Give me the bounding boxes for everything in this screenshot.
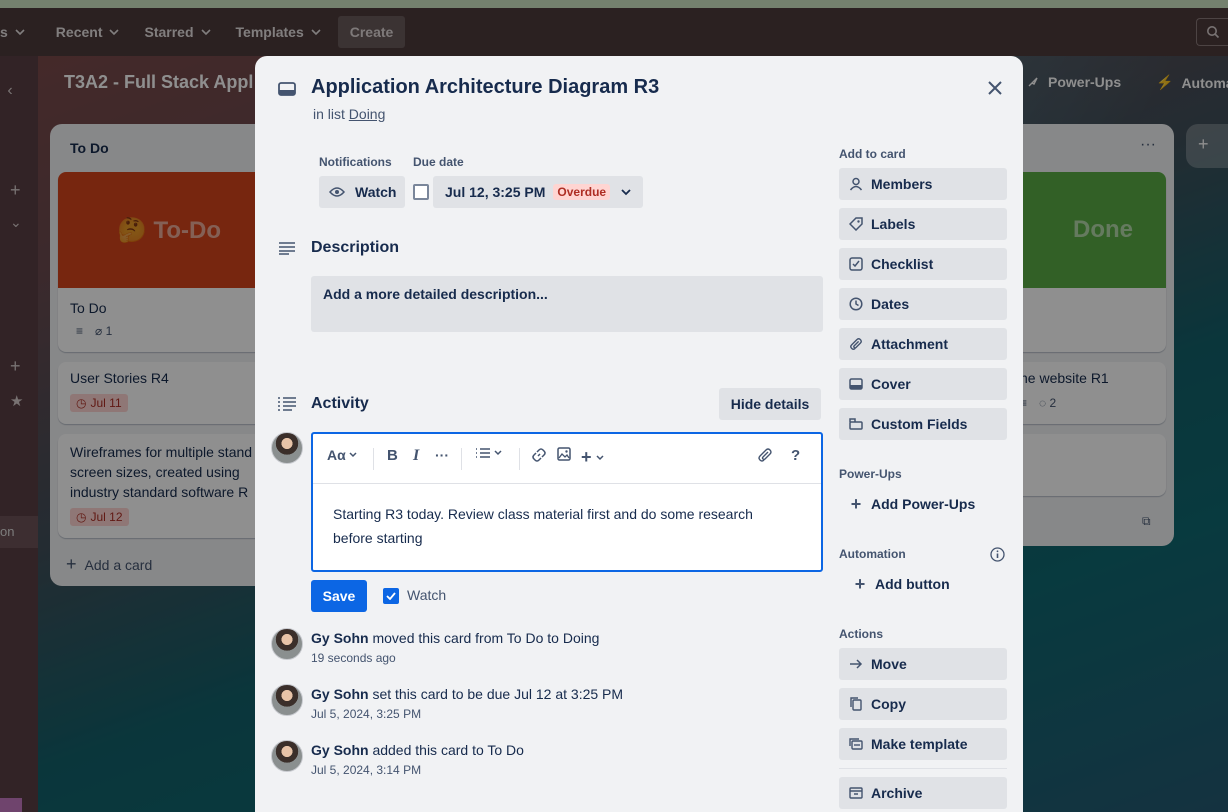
activity-user[interactable]: Gy Sohn [311,686,369,702]
add-power-ups-button[interactable]: + Add Power-Ups [839,488,1007,520]
due-date-label: Due date [413,155,464,169]
watch-button[interactable]: Watch [319,176,405,208]
archive-icon [848,785,864,801]
move-button[interactable]: Move [839,648,1007,680]
archive-button[interactable]: Archive [839,777,1007,809]
dates-button[interactable]: Dates [839,288,1007,320]
hide-details-button[interactable]: Hide details [719,388,821,420]
chevron-down-icon [349,452,357,458]
cover-icon [848,376,864,392]
avatar [271,684,303,716]
add-button-button[interactable]: + Add button [839,568,1007,600]
chevron-down-icon [620,186,632,198]
clock-icon [848,296,864,312]
activity-user[interactable]: Gy Sohn [311,630,369,646]
save-button[interactable]: Save [311,580,367,612]
comment-text[interactable]: Starting R3 today. Review class material… [333,502,793,550]
copy-icon [848,696,864,712]
activity-user[interactable]: Gy Sohn [311,742,369,758]
comment-editor[interactable]: Aα B I ··· + ? Starting R3 today. Review… [311,432,823,572]
watch-checkbox-label: Watch [407,587,447,603]
activity-item: Gy Sohn moved this card from To Do to Do… [311,630,600,646]
overdue-badge: Overdue [553,184,611,200]
help-icon[interactable]: ? [791,447,800,464]
activity-time[interactable]: Jul 5, 2024, 3:14 PM [311,763,421,777]
copy-button[interactable]: Copy [839,688,1007,720]
card-detail-modal: Application Architecture Diagram R3 in l… [255,56,1023,812]
paperclip-icon [848,336,864,352]
checkbox-icon [848,256,864,272]
attachment-button[interactable]: Attachment [839,328,1007,360]
insert-plus-icon[interactable]: + [581,447,605,468]
chevron-down-icon [494,450,502,456]
editor-toolbar: Aα B I ··· + ? [313,434,821,484]
image-icon[interactable] [557,447,571,461]
cover-button[interactable]: Cover [839,368,1007,400]
description-title: Description [311,239,400,256]
card-icon [277,80,297,98]
members-button[interactable]: Members [839,168,1007,200]
notifications-label: Notifications [319,155,392,169]
activity-time[interactable]: 19 seconds ago [311,651,396,665]
description-input[interactable]: Add a more detailed description... [311,276,823,332]
add-to-card-heading: Add to card [839,147,906,161]
info-icon[interactable] [989,546,1005,562]
activity-time[interactable]: Jul 5, 2024, 3:25 PM [311,707,421,721]
custom-fields-icon [848,416,864,432]
avatar [271,628,303,660]
avatar [271,432,303,464]
list-icon[interactable] [475,447,503,459]
due-date-button[interactable]: Jul 12, 3:25 PM Overdue [433,176,643,208]
due-date-checkbox[interactable] [413,184,429,200]
description-icon [277,240,297,256]
template-icon [848,736,864,752]
labels-button[interactable]: Labels [839,208,1007,240]
custom-fields-button[interactable]: Custom Fields [839,408,1007,440]
automation-heading: Automation [839,547,906,561]
bold-icon[interactable]: B [387,447,398,464]
link-icon[interactable] [531,447,547,463]
avatar [271,740,303,772]
list-link[interactable]: Doing [349,106,386,122]
more-formatting-icon[interactable]: ··· [435,447,449,463]
watch-checkbox[interactable] [383,588,399,604]
activity-title: Activity [311,395,369,412]
plus-icon: + [850,493,862,514]
card-title[interactable]: Application Architecture Diagram R3 [311,76,659,99]
attachment-icon[interactable] [757,447,773,463]
close-icon[interactable] [979,72,1011,104]
power-ups-heading: Power-Ups [839,467,902,481]
italic-icon[interactable]: I [413,447,419,465]
eye-icon [329,186,345,198]
plus-icon: + [854,573,866,594]
checklist-button[interactable]: Checklist [839,248,1007,280]
actions-divider [839,768,1007,769]
chevron-down-icon [595,454,604,460]
text-style-dropdown[interactable]: Aα [327,447,358,463]
activity-item: Gy Sohn added this card to To Do [311,742,524,758]
activity-item: Gy Sohn set this card to be due Jul 12 a… [311,686,624,702]
card-list-info: in list Doing [313,106,386,122]
make-template-button[interactable]: Make template [839,728,1007,760]
activity-icon [277,396,297,412]
actions-heading: Actions [839,627,884,641]
arrow-right-icon [848,656,864,672]
person-icon [848,176,864,192]
tag-icon [848,216,864,232]
